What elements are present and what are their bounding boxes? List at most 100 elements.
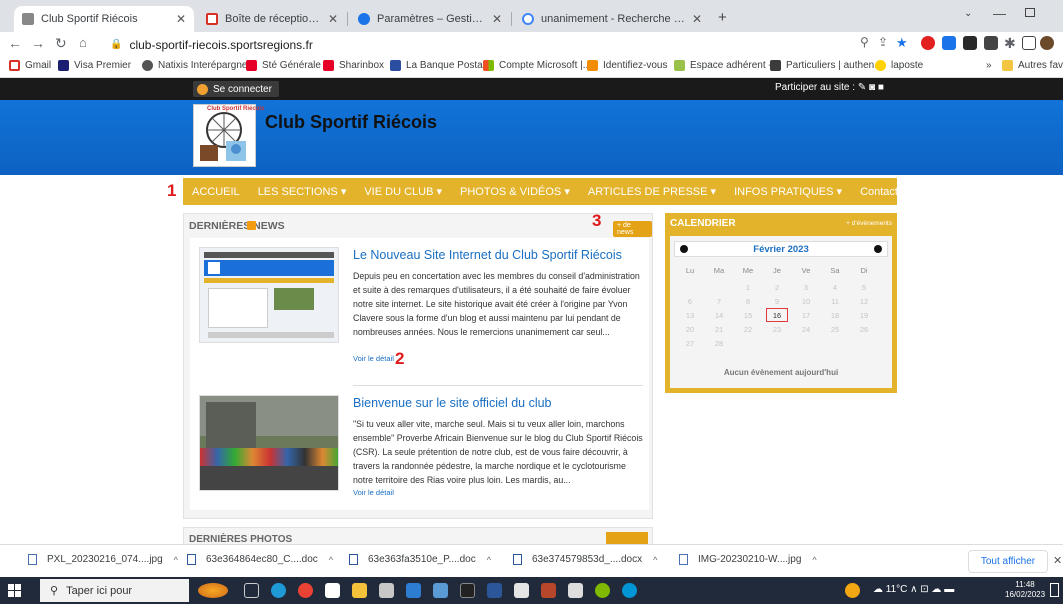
url-field[interactable]: 🔒 club-sportif-riecois.sportsregions.fr (110, 35, 850, 54)
next-month-icon[interactable] (874, 245, 882, 253)
calendar-day[interactable]: 14 (705, 311, 733, 320)
participer-link[interactable]: Participer au site : ✎ ◙ ■ (775, 82, 884, 93)
tab-gmail[interactable]: Boîte de réception (9) - jpzannini ✕ (198, 6, 346, 32)
download-item[interactable]: PXL_20230216_074....jpg ^ (28, 554, 178, 565)
calendar-day[interactable]: 22 (734, 325, 762, 334)
login-button[interactable]: Se connecter (193, 81, 279, 97)
calendar-day[interactable]: 28 (705, 339, 733, 348)
close-icon[interactable]: ✕ (176, 12, 186, 26)
download-item[interactable]: 63e374579853d_....docx ^ (513, 554, 657, 565)
chevron-up-icon[interactable]: ^ (329, 555, 333, 565)
article-title[interactable]: Le Nouveau Site Internet du Club Sportif… (353, 248, 643, 262)
share-icon[interactable]: ⇪ (878, 35, 888, 49)
rss-icon[interactable] (247, 221, 256, 230)
app-icon[interactable] (433, 583, 448, 598)
home-icon[interactable]: ⌂ (79, 35, 87, 50)
extension-dark-icon[interactable] (963, 36, 977, 50)
bookmark-microsoft[interactable]: Compte Microsoft |... (483, 60, 591, 71)
calendar-day[interactable]: 10 (792, 297, 820, 306)
calendar-day[interactable]: 15 (734, 311, 762, 320)
task-view-icon[interactable] (244, 583, 259, 598)
more-news-button[interactable]: + de news (613, 221, 652, 237)
powerpoint-icon[interactable] (541, 583, 556, 598)
windows-start-icon[interactable] (8, 584, 21, 600)
camera-icon[interactable]: ◙ (869, 82, 875, 93)
hp-icon[interactable] (622, 583, 637, 598)
chevron-up-icon[interactable]: ^ (653, 555, 657, 565)
article-detail-link[interactable]: Voir le détail (353, 354, 394, 363)
menu-infos-pratiques[interactable]: INFOS PRATIQUES ▾ (734, 185, 842, 198)
show-all-downloads-button[interactable]: Tout afficher (968, 550, 1048, 573)
opera-icon[interactable] (921, 36, 935, 50)
bookmark-sg[interactable]: Sté Générale (246, 60, 321, 71)
calendar-day[interactable]: 13 (676, 311, 704, 320)
calendar-day[interactable]: 4 (821, 283, 849, 292)
app-icon[interactable] (568, 583, 583, 598)
maximize-icon[interactable] (1025, 8, 1035, 17)
calendar-day[interactable]: 27 (676, 339, 704, 348)
tab-settings[interactable]: Paramètres – Gestionnaire de mo ✕ (350, 6, 510, 32)
calendar-day[interactable]: 11 (821, 297, 849, 306)
bookmark-identifiez-vous[interactable]: Identifiez-vous (587, 60, 667, 71)
more-events-link[interactable]: + d'évènements (846, 220, 892, 227)
calendar-day[interactable]: 3 (792, 283, 820, 292)
video-icon[interactable]: ■ (878, 82, 884, 93)
tab-google-search[interactable]: unanimement - Recherche Goog ✕ (514, 6, 710, 32)
more-bookmarks-chevron-icon[interactable]: » (986, 60, 992, 71)
calendar-day[interactable]: 1 (734, 283, 762, 292)
chevron-up-icon[interactable]: ^ (174, 555, 178, 565)
chrome-icon[interactable] (298, 583, 313, 598)
close-icon[interactable]: ✕ (1053, 554, 1062, 567)
calendar-day[interactable]: 19 (850, 311, 878, 320)
article-thumbnail[interactable] (199, 247, 339, 343)
help-icon[interactable] (845, 583, 860, 598)
temperature[interactable]: 11°C (886, 584, 908, 595)
app-icon[interactable] (460, 583, 475, 598)
close-icon[interactable]: ✕ (328, 12, 338, 26)
chevron-up-icon[interactable]: ^ (487, 555, 491, 565)
store-icon[interactable] (325, 583, 340, 598)
calendar-day[interactable]: 5 (850, 283, 878, 292)
file-explorer-icon[interactable] (352, 583, 367, 598)
menu-sections[interactable]: LES SECTIONS ▾ (258, 185, 347, 198)
reload-icon[interactable]: ↻ (55, 35, 67, 52)
edge-icon[interactable] (271, 583, 286, 598)
extension-blue-icon[interactable] (942, 36, 956, 50)
calendar-day[interactable]: 6 (676, 297, 704, 306)
menu-photos-videos[interactable]: PHOTOS & VIDÉOS ▾ (460, 185, 570, 198)
bookmark-gmail[interactable]: Gmail (9, 60, 51, 71)
clock[interactable]: 11:48 16/02/2023 (1005, 580, 1045, 600)
puzzle-icon[interactable]: ✱ (1004, 35, 1016, 52)
calendar-day[interactable]: 24 (792, 325, 820, 334)
bookmark-particuliers[interactable]: Particuliers | authen... (770, 60, 883, 71)
bookmark-star-icon[interactable]: ★ (896, 35, 908, 51)
calendar-day[interactable]: 8 (734, 297, 762, 306)
bookmark-natixis[interactable]: Natixis Interépargne (142, 60, 248, 71)
widget-flowers-icon[interactable] (198, 583, 228, 598)
tab-search-chevron-icon[interactable]: ⌄ (964, 8, 972, 19)
close-icon[interactable]: ✕ (492, 12, 502, 26)
new-tab-button[interactable]: + (718, 9, 727, 26)
bookmark-sharinbox[interactable]: Sharinbox (323, 60, 384, 71)
calendar-day[interactable]: 20 (676, 325, 704, 334)
profile-avatar[interactable] (1040, 36, 1054, 50)
club-logo[interactable]: Club Sportif Riécois (193, 104, 264, 167)
article-detail-link[interactable]: Voir le détail (353, 488, 394, 497)
app-icon[interactable] (514, 583, 529, 598)
tray-icons[interactable]: ∧ ⊡ ☁ ▬ (910, 584, 954, 595)
calendar-day[interactable]: 12 (850, 297, 878, 306)
mail-icon[interactable] (406, 583, 421, 598)
app-icon[interactable] (595, 583, 610, 598)
forward-arrow-icon[interactable]: → (31, 35, 45, 51)
minimize-icon[interactable]: — (993, 6, 1006, 21)
extension-grid-icon[interactable] (984, 36, 998, 50)
back-arrow-icon[interactable]: ← (8, 35, 22, 51)
calendar-day[interactable]: 25 (821, 325, 849, 334)
calendar-day[interactable]: 26 (850, 325, 878, 334)
calendar-day[interactable]: 9 (763, 297, 791, 306)
download-item[interactable]: 63e364864ec80_C....doc ^ (187, 554, 333, 565)
bookmark-other-folder[interactable]: Autres favo (1002, 60, 1063, 71)
prev-month-icon[interactable] (680, 245, 688, 253)
close-icon[interactable]: ✕ (692, 12, 702, 26)
calendar-day[interactable]: 17 (792, 311, 820, 320)
